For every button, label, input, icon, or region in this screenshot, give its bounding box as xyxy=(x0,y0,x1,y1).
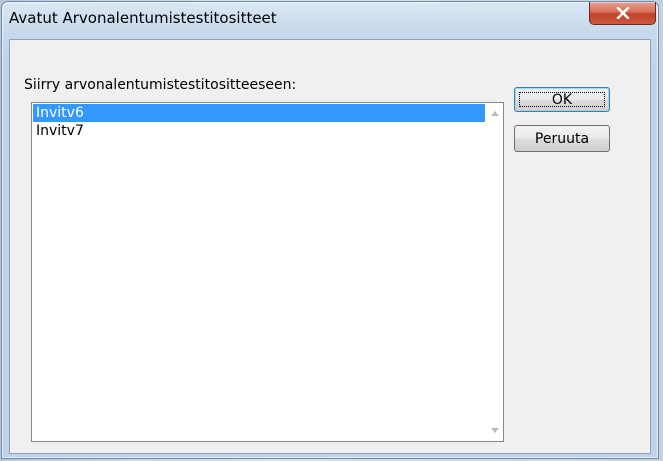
close-button[interactable] xyxy=(589,2,656,25)
list-prompt-label: Siirry arvonalentumistestitositteeseen: xyxy=(24,77,297,93)
list-item[interactable]: Invitv6 xyxy=(33,104,485,122)
list-item[interactable]: Invitv7 xyxy=(33,122,485,140)
title-bar[interactable]: Avatut Arvonalentumistestitositteet xyxy=(2,2,658,32)
scroll-up-button[interactable] xyxy=(486,105,503,122)
cancel-button[interactable]: Peruuta xyxy=(514,125,610,152)
list-items: Invitv6 Invitv7 xyxy=(33,104,485,140)
chevron-up-icon xyxy=(490,111,499,116)
voucher-listbox[interactable]: Invitv6 Invitv7 xyxy=(31,102,504,442)
close-icon xyxy=(616,7,629,19)
chevron-down-icon xyxy=(490,428,499,433)
window-title: Avatut Arvonalentumistestitositteet xyxy=(9,9,277,27)
scroll-down-button[interactable] xyxy=(486,422,503,439)
focus-rectangle xyxy=(519,92,605,107)
cancel-button-label: Peruuta xyxy=(534,130,590,147)
ok-button[interactable]: OK xyxy=(514,87,610,112)
vertical-scrollbar[interactable] xyxy=(486,103,503,441)
